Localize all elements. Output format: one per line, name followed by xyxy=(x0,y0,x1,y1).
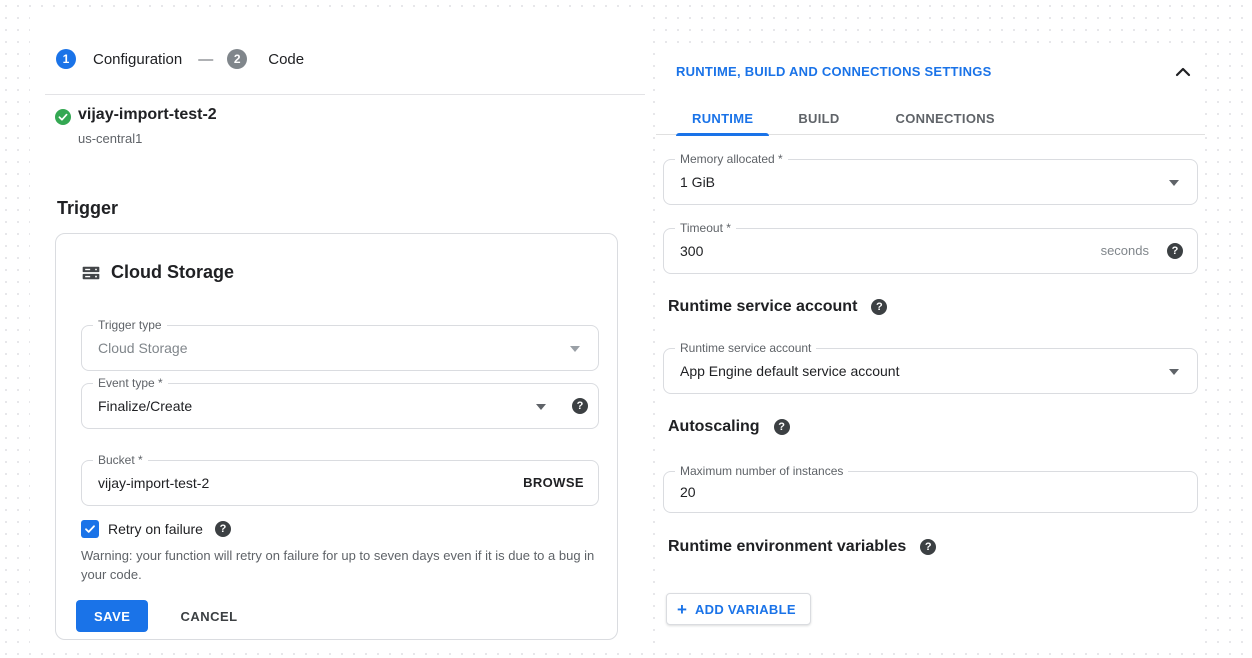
trigger-card-header: Cloud Storage xyxy=(81,262,234,283)
save-button[interactable]: SAVE xyxy=(76,600,148,632)
service-account-select[interactable]: Runtime service account App Engine defau… xyxy=(663,348,1198,394)
plus-icon: + xyxy=(677,601,687,618)
max-instances-label: Maximum number of instances xyxy=(675,464,848,478)
service-account-value: App Engine default service account xyxy=(680,349,899,393)
timeout-help-icon[interactable]: ? xyxy=(1167,243,1183,259)
tab-runtime[interactable]: RUNTIME xyxy=(676,105,769,135)
timeout-value: 300 xyxy=(680,229,703,273)
event-type-select[interactable]: Event type * Finalize/Create ? xyxy=(81,383,599,429)
tab-build[interactable]: BUILD xyxy=(782,105,855,135)
bucket-input[interactable]: Bucket * vijay-import-test-2 BROWSE xyxy=(81,460,599,506)
browse-button[interactable]: BROWSE xyxy=(523,461,584,505)
env-vars-heading-text: Runtime environment variables xyxy=(668,538,906,556)
memory-allocated-value: 1 GiB xyxy=(680,160,715,204)
settings-expander-header[interactable]: RUNTIME, BUILD AND CONNECTIONS SETTINGS xyxy=(676,64,992,79)
retry-label: Retry on failure xyxy=(108,521,203,537)
step-1-circle[interactable]: 1 xyxy=(56,49,76,69)
event-type-value: Finalize/Create xyxy=(98,384,192,428)
timeout-input[interactable]: Timeout * 300 seconds ? xyxy=(663,228,1198,274)
service-account-heading: Runtime service account ? xyxy=(668,298,887,316)
memory-allocated-select[interactable]: Memory allocated * 1 GiB xyxy=(663,159,1198,205)
success-check-icon xyxy=(55,109,71,125)
step-1-label[interactable]: Configuration xyxy=(93,51,182,68)
dropdown-arrow-icon xyxy=(1169,180,1179,186)
trigger-card: Cloud Storage Trigger type Cloud Storage… xyxy=(55,233,618,640)
trigger-card-title: Cloud Storage xyxy=(111,262,234,283)
dropdown-arrow-icon xyxy=(570,346,580,352)
settings-tabs: RUNTIME BUILD CONNECTIONS xyxy=(676,105,1011,135)
configuration-panel: 1 Configuration — 2 Code vijay-import-te… xyxy=(30,10,647,648)
tab-connections[interactable]: CONNECTIONS xyxy=(880,105,1011,135)
function-name: vijay-import-test-2 xyxy=(78,106,217,124)
chevron-up-icon[interactable] xyxy=(1175,64,1191,82)
retry-row: Retry on failure ? xyxy=(81,520,231,538)
step-separator: — xyxy=(198,51,213,68)
add-variable-label: ADD VARIABLE xyxy=(695,602,796,617)
bucket-value: vijay-import-test-2 xyxy=(98,461,209,505)
service-account-heading-text: Runtime service account xyxy=(668,298,857,316)
step-2-label[interactable]: Code xyxy=(268,51,304,68)
step-2-circle[interactable]: 2 xyxy=(227,49,247,69)
runtime-settings-panel: RUNTIME, BUILD AND CONNECTIONS SETTINGS … xyxy=(656,48,1205,650)
env-vars-heading: Runtime environment variables ? xyxy=(668,538,936,556)
dropdown-arrow-icon xyxy=(1169,369,1179,375)
function-region: us-central1 xyxy=(78,131,142,146)
trigger-section-title: Trigger xyxy=(57,198,118,219)
stepper: 1 Configuration — 2 Code xyxy=(56,49,304,69)
add-variable-button[interactable]: + ADD VARIABLE xyxy=(666,593,811,625)
page: 1 Configuration — 2 Code vijay-import-te… xyxy=(0,0,1252,658)
service-account-help-icon[interactable]: ? xyxy=(871,299,887,315)
timeout-suffix: seconds xyxy=(1101,229,1149,273)
divider xyxy=(45,94,645,95)
autoscaling-heading: Autoscaling ? xyxy=(668,418,790,436)
retry-checkbox[interactable] xyxy=(81,520,99,538)
env-vars-help-icon[interactable]: ? xyxy=(920,539,936,555)
trigger-actions: SAVE CANCEL xyxy=(76,600,244,632)
retry-warning-text: Warning: your function will retry on fai… xyxy=(81,546,609,584)
trigger-type-value: Cloud Storage xyxy=(98,326,188,370)
dropdown-arrow-icon xyxy=(536,404,546,410)
max-instances-input[interactable]: Maximum number of instances 20 xyxy=(663,471,1198,513)
cloud-storage-icon xyxy=(81,263,101,283)
event-type-help-icon[interactable]: ? xyxy=(572,398,588,414)
max-instances-value: 20 xyxy=(680,472,696,512)
trigger-type-select[interactable]: Trigger type Cloud Storage xyxy=(81,325,599,371)
cancel-button[interactable]: CANCEL xyxy=(174,608,243,625)
retry-help-icon[interactable]: ? xyxy=(215,521,231,537)
autoscaling-heading-text: Autoscaling xyxy=(668,418,760,436)
autoscaling-help-icon[interactable]: ? xyxy=(774,419,790,435)
